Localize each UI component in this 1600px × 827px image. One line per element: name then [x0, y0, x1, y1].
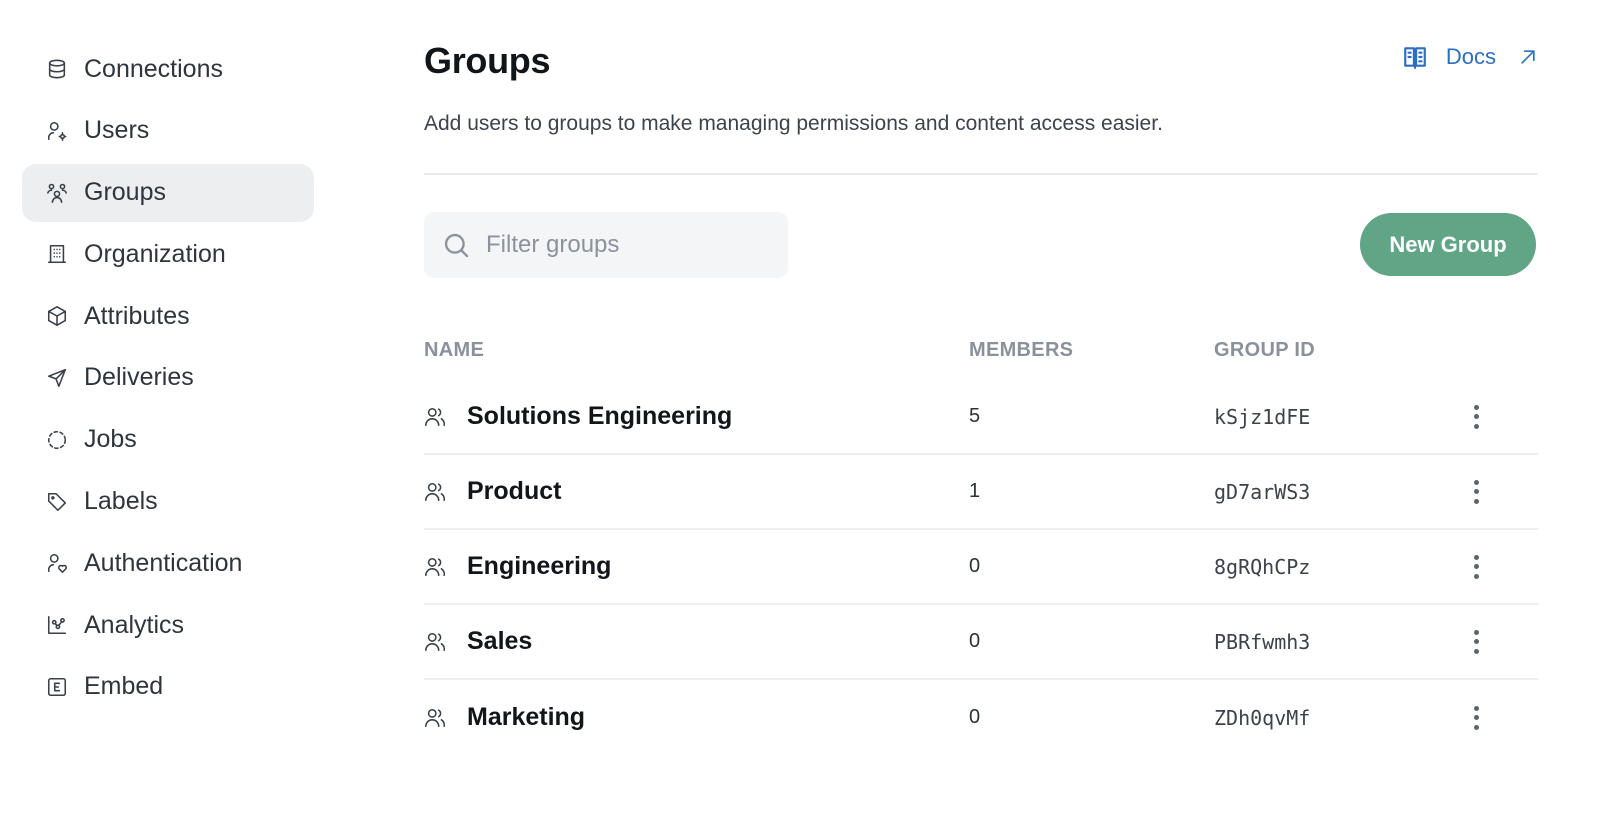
table-row[interactable]: Marketing 0 ZDh0qvMf: [424, 680, 1538, 755]
sidebar-item-label: Connections: [84, 54, 223, 83]
sidebar-item-organization[interactable]: Organization: [22, 225, 314, 283]
page-subtitle: Add users to groups to make managing per…: [424, 112, 1163, 135]
group-icon: [424, 707, 446, 729]
group-id: kSjz1dFE: [1214, 404, 1311, 429]
user-gear-icon: [46, 120, 68, 142]
sidebar-item-label: Organization: [84, 239, 226, 268]
sidebar-item-embed[interactable]: Embed: [22, 658, 314, 716]
group-members: 0: [969, 630, 981, 652]
more-options-icon[interactable]: [1466, 702, 1486, 734]
search-icon: [444, 233, 469, 258]
embed-icon: [46, 676, 68, 698]
filter-groups-search[interactable]: [424, 212, 788, 278]
sidebar-item-label: Users: [84, 116, 150, 145]
page-title: Groups: [424, 40, 551, 81]
sidebar-item-label: Attributes: [84, 301, 190, 330]
column-header-group-id[interactable]: GROUP ID: [1214, 339, 1444, 362]
building-icon: [46, 243, 68, 265]
sidebar-item-authentication[interactable]: Authentication: [22, 534, 314, 592]
group-name[interactable]: Product: [467, 477, 561, 506]
header-divider: [424, 173, 1538, 175]
table-row[interactable]: Sales 0 PBRfwmh3: [424, 605, 1538, 680]
table-row[interactable]: Solutions Engineering 5 kSjz1dFE: [424, 380, 1538, 455]
sidebar-item-users[interactable]: Users: [22, 102, 314, 160]
group-id: ZDh0qvMf: [1214, 705, 1311, 730]
group-icon: [424, 631, 446, 653]
sidebar-item-groups[interactable]: Groups: [22, 163, 314, 222]
dashed-circle-icon: [46, 429, 68, 451]
group-id: 8gRQhCPz: [1214, 554, 1311, 579]
sidebar-item-connections[interactable]: Connections: [22, 40, 314, 98]
group-name[interactable]: Marketing: [467, 703, 585, 732]
table-header: NAME MEMBERS GROUP ID: [424, 320, 1538, 380]
more-options-icon[interactable]: [1466, 626, 1486, 658]
group-members: 1: [969, 480, 981, 502]
sidebar-item-label: Embed: [84, 672, 164, 701]
sidebar-item-label: Deliveries: [84, 363, 194, 392]
group-icon: [424, 481, 446, 503]
users-group-icon: [46, 182, 68, 204]
group-name[interactable]: Engineering: [467, 552, 611, 581]
more-options-icon[interactable]: [1466, 476, 1486, 508]
cube-icon: [46, 305, 68, 327]
database-icon: [46, 58, 68, 80]
sidebar-item-labels[interactable]: Labels: [22, 473, 314, 531]
docs-link[interactable]: Docs: [1402, 44, 1538, 70]
group-id: PBRfwmh3: [1214, 629, 1311, 654]
sidebar-item-label: Analytics: [84, 610, 185, 639]
group-members: 5: [969, 405, 981, 427]
tag-icon: [46, 491, 68, 513]
filter-groups-input[interactable]: [486, 231, 776, 259]
sidebar-item-deliveries[interactable]: Deliveries: [22, 349, 314, 407]
more-options-icon[interactable]: [1466, 401, 1486, 433]
table-row[interactable]: Engineering 0 8gRQhCPz: [424, 530, 1538, 605]
sidebar-item-analytics[interactable]: Analytics: [22, 596, 314, 654]
sidebar-item-jobs[interactable]: Jobs: [22, 411, 314, 469]
group-members: 0: [969, 555, 981, 577]
sidebar-item-label: Groups: [84, 178, 166, 207]
group-id: gD7arWS3: [1214, 479, 1311, 504]
groups-table: NAME MEMBERS GROUP ID Solutions Engineer…: [424, 320, 1538, 755]
group-members: 0: [969, 706, 981, 728]
sidebar-item-label: Authentication: [84, 548, 243, 577]
group-icon: [424, 406, 446, 428]
send-icon: [46, 367, 68, 389]
external-link-icon: [1521, 50, 1535, 64]
book-icon: [1404, 47, 1426, 69]
sidebar: Connections Users Groups Organization At…: [22, 40, 314, 720]
sidebar-item-label: Labels: [84, 487, 158, 516]
table-row[interactable]: Product 1 gD7arWS3: [424, 455, 1538, 530]
more-options-icon[interactable]: [1466, 551, 1486, 583]
user-shield-icon: [46, 552, 68, 574]
chart-icon: [46, 614, 68, 636]
sidebar-item-attributes[interactable]: Attributes: [22, 287, 314, 345]
new-group-button[interactable]: New Group: [1360, 213, 1536, 276]
docs-label: Docs: [1445, 44, 1496, 69]
group-name[interactable]: Solutions Engineering: [467, 402, 732, 431]
group-name[interactable]: Sales: [467, 627, 532, 656]
column-header-members[interactable]: MEMBERS: [969, 339, 1214, 362]
group-icon: [424, 556, 446, 578]
sidebar-item-label: Jobs: [84, 425, 137, 454]
column-header-name[interactable]: NAME: [424, 339, 969, 362]
